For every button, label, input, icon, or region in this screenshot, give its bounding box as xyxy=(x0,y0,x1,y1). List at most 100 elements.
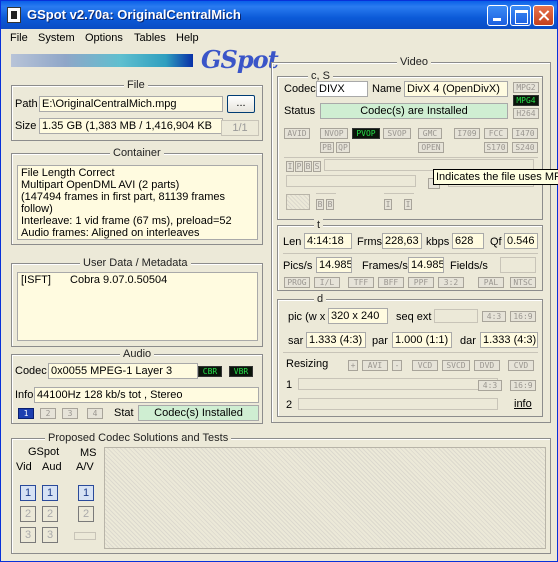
resize-plus-button[interactable]: + xyxy=(348,360,358,371)
ms-column-label: MS xyxy=(80,447,97,459)
proposed-solutions-area xyxy=(104,447,546,549)
frame-type-s: S xyxy=(313,161,321,172)
resizing-label: Resizing xyxy=(286,358,329,370)
window-title: GSpot v2.70a: OriginalCentralMich xyxy=(27,7,241,22)
t-legend: t xyxy=(314,219,324,231)
vid-solution-1-button[interactable]: 1 xyxy=(20,485,36,501)
audio-info-label: Info xyxy=(15,389,34,401)
menu-file[interactable]: File xyxy=(7,30,31,46)
sar-field: 1.333 (4:3) xyxy=(306,332,366,348)
container-group: Container File Length Correct Multipart … xyxy=(11,147,263,245)
ms-solution-1-button[interactable]: 1 xyxy=(78,485,94,501)
prog-indicator: PROG xyxy=(284,277,310,288)
resize-dvd-button[interactable]: DVD xyxy=(474,360,500,371)
part-indicator: 1/1 xyxy=(221,120,259,136)
ms-solution-3-slot xyxy=(74,532,96,540)
menu-system[interactable]: System xyxy=(35,30,78,46)
resize-row-2-field xyxy=(298,398,498,410)
resize-row-1-label: 1 xyxy=(286,379,293,391)
aud-solution-1-button[interactable]: 1 xyxy=(42,485,58,501)
frame-type-i: I xyxy=(286,161,294,172)
size-field: 1.35 GB (1,383 MB / 1,416,904 KB xyxy=(39,118,223,134)
par-label: par xyxy=(372,335,388,347)
audio-stream-3-button[interactable]: 3 xyxy=(62,408,78,419)
proposed-legend: Proposed Codec Solutions and Tests xyxy=(45,432,232,444)
mpg4-indicator: MPG4 xyxy=(513,95,539,106)
menu-options[interactable]: Options xyxy=(82,30,126,46)
vid-solution-3-button[interactable]: 3 xyxy=(20,527,36,543)
bff-indicator: BFF xyxy=(378,277,404,288)
fcc-indicator: FCC xyxy=(484,128,508,139)
minimize-button[interactable] xyxy=(487,5,508,26)
container-line: Audio frames: Aligned on interleaves xyxy=(21,227,200,239)
file-legend: File xyxy=(124,79,148,91)
gradient-banner xyxy=(11,54,193,67)
tff-indicator: TFF xyxy=(348,277,374,288)
audio-stream-4-button[interactable]: 4 xyxy=(87,408,103,419)
resize-4-3-indicator: 4:3 xyxy=(478,380,502,391)
audio-stream-2-button[interactable]: 2 xyxy=(40,408,56,419)
pic-label: pic (w x xyxy=(288,311,326,323)
menu-tables[interactable]: Tables xyxy=(131,30,169,46)
close-button[interactable] xyxy=(533,5,554,26)
pal-indicator: PAL xyxy=(478,277,504,288)
resize-cvd-button[interactable]: CVD xyxy=(508,360,534,371)
frames-label: Frames/s xyxy=(362,260,408,272)
aud-solution-2-button[interactable]: 2 xyxy=(42,506,58,522)
frame-type-p: P xyxy=(295,161,303,172)
video-legend: Video xyxy=(397,56,431,68)
audio-codec-field: 0x0055 MPEG-1 Layer 3 xyxy=(48,363,198,379)
video-status-label: Status xyxy=(284,105,316,117)
seqext-field xyxy=(434,309,478,323)
audio-stream-1-button[interactable]: 1 xyxy=(18,408,34,419)
kbps-label: kbps xyxy=(426,236,450,248)
video-status-field: Codec(s) are Installed xyxy=(320,103,508,119)
separator xyxy=(283,352,538,353)
avid-indicator: AVID xyxy=(284,128,310,139)
len-label: Len xyxy=(283,236,302,248)
s240-indicator: S240 xyxy=(512,142,538,153)
dar-field: 1.333 (4:3) xyxy=(480,332,538,348)
seqext-label: seq ext xyxy=(396,311,432,323)
pics-label: Pics/s xyxy=(283,260,313,272)
qp-indicator: QP xyxy=(336,142,350,153)
container-line: Multipart OpenDML AVI (2 parts) xyxy=(21,179,180,191)
il-indicator: I/L xyxy=(314,277,340,288)
menu-help[interactable]: Help xyxy=(173,30,202,46)
audio-codec-label: Codec xyxy=(15,365,47,377)
gspot-logo: GSpot xyxy=(201,45,279,74)
metadata-legend: User Data / Metadata xyxy=(80,257,191,269)
bb-b1: B xyxy=(316,199,324,210)
ntsc-indicator: NTSC xyxy=(510,277,536,288)
info-link[interactable]: info xyxy=(514,398,532,410)
path-label: Path xyxy=(15,98,38,110)
resize-vcd-button[interactable]: VCD xyxy=(412,360,438,371)
video-cs-group: c, S Codec DIVX Name DivX 4 (OpenDivX) M… xyxy=(277,70,543,220)
resize-avi-button[interactable]: AVI xyxy=(362,360,388,371)
aud-solution-3-button[interactable]: 3 xyxy=(42,527,58,543)
audio-stat-field: Codec(s) Installed xyxy=(138,405,259,421)
video-name-field: DivX 4 (OpenDivX) xyxy=(404,81,508,97)
vid-solution-2-button[interactable]: 2 xyxy=(20,506,36,522)
audio-legend: Audio xyxy=(120,348,155,360)
len-field: 4:14:18 xyxy=(304,233,352,249)
mpeg4-tooltip: Indicates the file uses MPEG-4 xyxy=(433,169,558,185)
audio-stat-label: Stat xyxy=(114,407,134,419)
fields-label: Fields/s xyxy=(450,260,488,272)
browse-button[interactable]: ... xyxy=(227,95,255,113)
maximize-button[interactable] xyxy=(510,5,531,26)
container-line: (147494 frames in first part, 81139 fram… xyxy=(21,191,226,215)
title-bar[interactable]: GSpot v2.70a: OriginalCentralMich xyxy=(1,1,557,29)
metadata-group: User Data / Metadata [ISFT] Cobra 9.07.0… xyxy=(11,257,263,347)
metadata-value: Cobra 9.07.0.50504 xyxy=(70,274,168,286)
bracket-line xyxy=(316,193,336,194)
path-field[interactable]: E:\OriginalCentralMich.mpg xyxy=(39,96,223,112)
ms-solution-2-button[interactable]: 2 xyxy=(78,506,94,522)
size-label: Size xyxy=(15,120,37,132)
resize-svcd-button[interactable]: SVCD xyxy=(442,360,470,371)
resize-minus-button[interactable]: - xyxy=(392,360,402,371)
gspot-column-label: GSpot xyxy=(28,446,60,458)
separator xyxy=(284,157,538,158)
resize-row-1-field xyxy=(298,378,498,390)
app-icon xyxy=(7,7,21,23)
